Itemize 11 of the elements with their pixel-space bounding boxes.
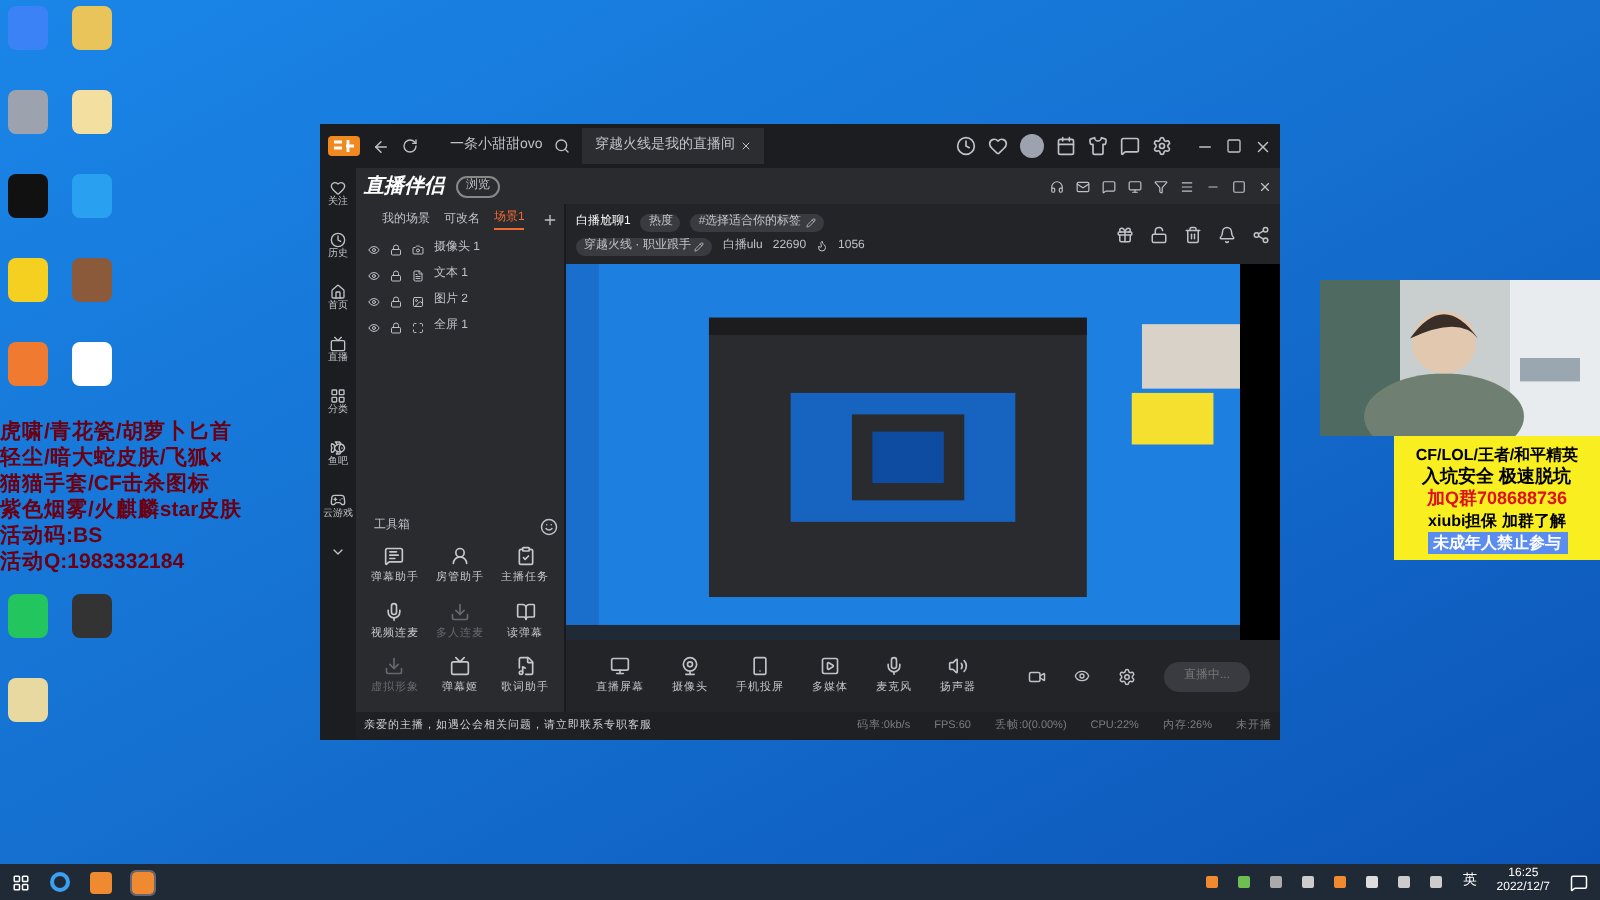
overlay-text: 猫猫手套/CF击杀图标	[0, 472, 210, 498]
overlay-text: 紫色烟雾/火麒麟star皮肤	[0, 498, 243, 524]
ad-line: 入坑安全 极速脱坑	[1422, 465, 1572, 487]
studio-brand: 直播伴侣	[364, 173, 444, 201]
ad-line: xiubi担保 加群了解	[1428, 509, 1566, 531]
overlay-text: 活动码:BS	[0, 524, 103, 550]
ad-line: 加Q群708688736	[1426, 487, 1568, 509]
overlay-text: 轻尘/暗大蛇皮肤/飞狐×	[0, 446, 222, 472]
overlay-text: 活动Q:1983332184	[0, 550, 185, 576]
overlay-text: 虎啸/青花瓷/胡萝卜匕首	[0, 420, 232, 446]
ad-line: CF/LOL/王者/和平精英	[1415, 443, 1579, 465]
